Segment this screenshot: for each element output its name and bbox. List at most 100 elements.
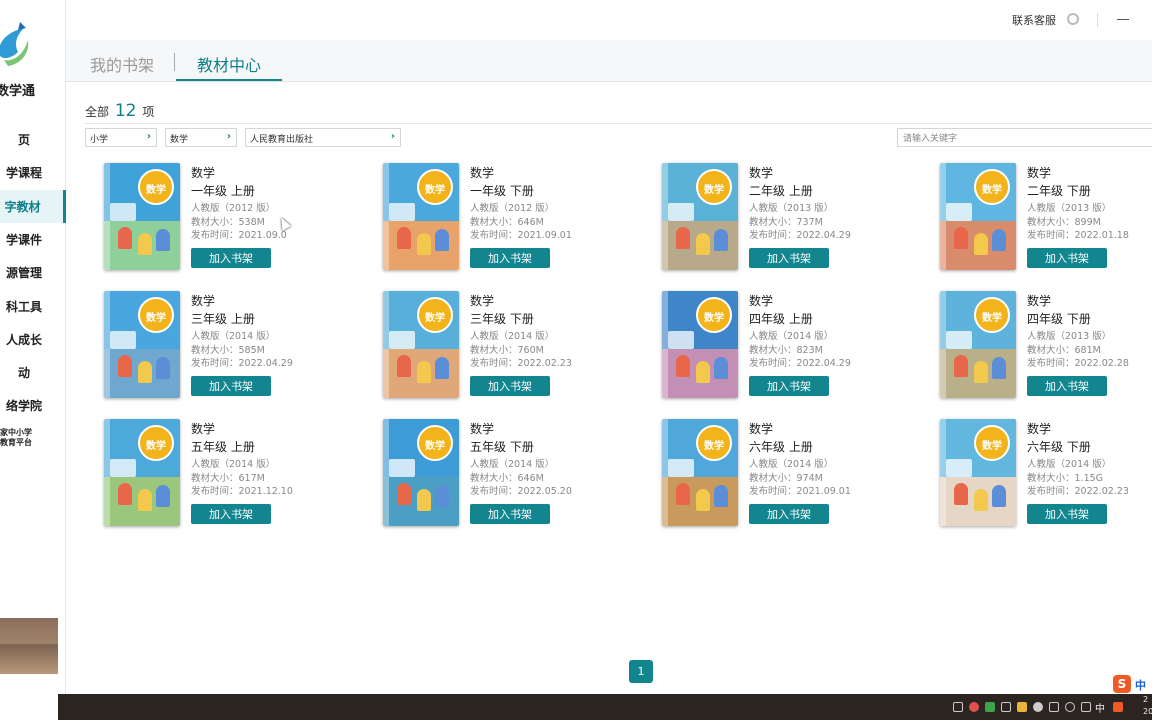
book-publish-date: 发布时间：2022.02.23	[1027, 486, 1129, 497]
book-cover-image[interactable]: 数学	[383, 419, 459, 526]
book-card[interactable]: 数学 数学 六年级 上册 人教版（2014 版） 教材大小：974M 发布时间：2021.…	[662, 419, 892, 531]
ime-logo-icon: S	[1113, 675, 1131, 693]
tray-clock[interactable]: 2 202	[1143, 694, 1152, 718]
sidebar-item-platform[interactable]: 家中小学 教育平台	[0, 428, 32, 448]
tray-keyboard-icon[interactable]	[1001, 702, 1011, 712]
add-to-bookshelf-button[interactable]: 加入书架	[1027, 504, 1107, 524]
add-to-bookshelf-button[interactable]: 加入书架	[470, 376, 550, 396]
minimize-icon[interactable]	[1117, 19, 1129, 20]
book-title: 五年级 上册	[191, 440, 255, 454]
math-badge-icon: 数学	[696, 169, 732, 205]
cover-grade-tag	[946, 203, 972, 221]
book-subject: 数学	[749, 166, 774, 180]
gear-icon[interactable]	[1067, 13, 1079, 25]
sidebar-item-digital-textbooks[interactable]: 字教材	[0, 190, 66, 223]
book-card[interactable]: 数学 数学 六年级 下册 人教版（2014 版） 教材大小：1.15G 发布时间：2022…	[940, 419, 1152, 531]
book-edition: 人教版（2014 版）	[1027, 459, 1112, 470]
add-to-bookshelf-button[interactable]: 加入书架	[191, 504, 271, 524]
tray-battery-icon[interactable]	[1049, 702, 1059, 712]
tray-cloud-icon[interactable]	[1033, 702, 1043, 712]
contact-support-link[interactable]: 联系客服	[1012, 12, 1056, 28]
tray-shield-icon[interactable]	[1017, 702, 1027, 712]
tray-network-icon[interactable]	[1065, 702, 1075, 712]
book-cover-image[interactable]: 数学	[104, 291, 180, 398]
book-title: 四年级 下册	[1027, 312, 1091, 326]
book-title: 四年级 上册	[749, 312, 813, 326]
sidebar-item-tools[interactable]: 科工具	[0, 290, 66, 323]
platform-line-2: 教育平台	[0, 438, 32, 447]
add-to-bookshelf-button[interactable]: 加入书架	[749, 376, 829, 396]
sidebar-item-resources[interactable]: 源管理	[0, 256, 66, 289]
book-cover-image[interactable]: 数学	[662, 419, 738, 526]
add-to-bookshelf-button[interactable]: 加入书架	[1027, 376, 1107, 396]
book-cover-image[interactable]: 数学	[104, 163, 180, 270]
count-suffix: 项	[142, 105, 155, 119]
book-size: 教材大小：646M	[470, 473, 544, 484]
book-cover-image[interactable]: 数学	[940, 291, 1016, 398]
math-badge-icon: 数学	[417, 297, 453, 333]
tray-ime-icon[interactable]	[1113, 702, 1123, 712]
cover-figure	[974, 361, 988, 383]
subject-filter-select[interactable]: 数学 ›	[165, 128, 237, 147]
sidebar-item-courses[interactable]: 学课程	[0, 156, 66, 189]
tab-my-bookshelf[interactable]: 我的书架	[90, 52, 154, 76]
tray-volume-icon[interactable]	[1081, 702, 1091, 712]
add-to-bookshelf-button[interactable]: 加入书架	[191, 248, 271, 268]
sidebar-item-home[interactable]: 页	[0, 123, 66, 156]
book-card[interactable]: 数学 数学 三年级 下册 人教版（2014 版） 教材大小：760M 发布时间：2022.…	[383, 291, 613, 403]
stage-filter-value: 小学	[90, 135, 109, 145]
book-publish-date: 发布时间：2022.01.18	[1027, 230, 1129, 241]
book-subject: 数学	[749, 294, 774, 308]
sidebar-item-online-academy[interactable]: 络学院	[0, 389, 66, 422]
book-cover-image[interactable]: 数学	[383, 163, 459, 270]
book-cover-image[interactable]: 数学	[383, 291, 459, 398]
tray-window-icon[interactable]	[953, 702, 963, 712]
tab-textbook-center[interactable]: 教材中心	[197, 52, 261, 76]
book-cover-image[interactable]: 数学	[662, 291, 738, 398]
book-card[interactable]: 数学 数学 一年级 上册 人教版（2012 版） 教材大小：538M 发布时间：2021.…	[104, 163, 334, 275]
tray-language[interactable]: 中	[1095, 700, 1105, 715]
book-size: 教材大小：823M	[749, 345, 823, 356]
cover-grade-tag	[946, 459, 972, 477]
book-edition: 人教版（2012 版）	[470, 203, 555, 214]
book-card[interactable]: 数学 数学 一年级 下册 人教版（2012 版） 教材大小：646M 发布时间：2021.…	[383, 163, 613, 275]
book-card[interactable]: 数学 数学 四年级 下册 人教版（2013 版） 教材大小：681M 发布时间：2022.…	[940, 291, 1152, 403]
publisher-filter-select[interactable]: 人民教育出版社 ›	[245, 128, 401, 147]
book-card[interactable]: 数学 数学 二年级 上册 人教版（2013 版） 教材大小：737M 发布时间：2022.…	[662, 163, 892, 275]
cover-figure	[417, 361, 431, 383]
book-card[interactable]: 数学 数学 五年级 上册 人教版（2014 版） 教材大小：617M 发布时间：2021.…	[104, 419, 334, 531]
add-to-bookshelf-button[interactable]: 加入书架	[470, 504, 550, 524]
cover-figure	[435, 357, 449, 379]
book-cover-image[interactable]: 数学	[940, 419, 1016, 526]
add-to-bookshelf-button[interactable]: 加入书架	[749, 248, 829, 268]
book-cover-image[interactable]: 数学	[104, 419, 180, 526]
add-to-bookshelf-button[interactable]: 加入书架	[191, 376, 271, 396]
add-to-bookshelf-button[interactable]: 加入书架	[470, 248, 550, 268]
sidebar-item-activities[interactable]: 动	[0, 356, 66, 389]
book-title: 三年级 下册	[470, 312, 534, 326]
clock-time: 2	[1143, 695, 1149, 704]
ime-toolbar[interactable]: S 中	[1113, 675, 1152, 693]
book-card[interactable]: 数学 数学 二年级 下册 人教版（2013 版） 教材大小：899M 发布时间：2022.…	[940, 163, 1152, 275]
page-button-current[interactable]: 1	[629, 660, 653, 683]
cover-figure	[676, 227, 690, 249]
book-card[interactable]: 数学 数学 五年级 下册 人教版（2014 版） 教材大小：646M 发布时间：2022.…	[383, 419, 613, 531]
search-input[interactable]	[897, 128, 1152, 147]
book-card[interactable]: 数学 数学 四年级 上册 人教版（2014 版） 教材大小：823M 发布时间：2022.…	[662, 291, 892, 403]
book-size: 教材大小：617M	[191, 473, 265, 484]
book-size: 教材大小：585M	[191, 345, 265, 356]
book-cover-image[interactable]: 数学	[940, 163, 1016, 270]
book-subject: 数学	[1027, 294, 1052, 308]
cover-badge-text: 数学	[982, 185, 1002, 196]
sidebar-item-courseware[interactable]: 学课件	[0, 223, 66, 256]
tray-app-icon[interactable]	[969, 702, 979, 712]
tray-chat-icon[interactable]	[985, 702, 995, 712]
add-to-bookshelf-button[interactable]: 加入书架	[1027, 248, 1107, 268]
sidebar-item-growth[interactable]: 人成长	[0, 323, 66, 356]
stage-filter-select[interactable]: 小学 ›	[85, 128, 157, 147]
add-to-bookshelf-button[interactable]: 加入书架	[749, 504, 829, 524]
cover-grade-tag	[110, 459, 136, 477]
active-tab-underline	[176, 79, 282, 81]
book-cover-image[interactable]: 数学	[662, 163, 738, 270]
book-card[interactable]: 数学 数学 三年级 上册 人教版（2014 版） 教材大小：585M 发布时间：2022.…	[104, 291, 334, 403]
